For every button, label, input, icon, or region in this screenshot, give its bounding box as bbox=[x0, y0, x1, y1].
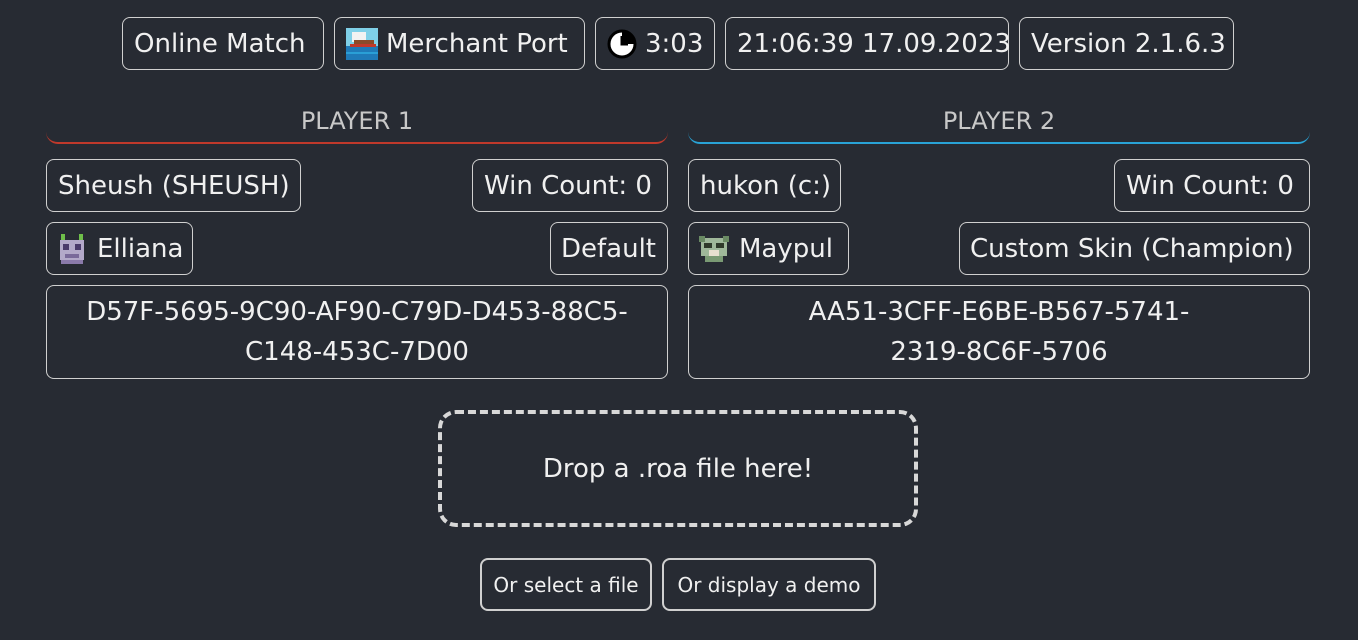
player-2-name-label: hukon (c:) bbox=[700, 170, 832, 201]
player-1-heading: PLAYER 1 bbox=[46, 104, 668, 144]
player-2-name: hukon (c:) bbox=[688, 159, 841, 212]
player-2-skin: Custom Skin (Champion) bbox=[959, 222, 1310, 275]
player-2-character: Maypul bbox=[688, 222, 849, 275]
player-2-character-name: Maypul bbox=[739, 233, 833, 264]
player-1-character: Elliana bbox=[46, 222, 193, 275]
datetime-badge: 21:06:39 17.09.2023 bbox=[725, 17, 1011, 70]
elliana-character-icon bbox=[55, 232, 89, 266]
player-1-win-count: Win Count: 0 bbox=[472, 159, 668, 212]
merchant-port-stage-icon bbox=[346, 27, 378, 60]
stage-badge: Merchant Port bbox=[334, 17, 585, 70]
player-2-win-count: Win Count: 0 bbox=[1114, 159, 1310, 212]
player-1-name: Sheush (SHEUSH) bbox=[46, 159, 301, 212]
dropzone-label: Drop a .roa file here! bbox=[542, 453, 814, 484]
player-2-win-count-label: Win Count: 0 bbox=[1126, 170, 1294, 201]
player-2-code-value: AA51-3CFF-E6BE-B567-5741-2319-8C6F-5706 bbox=[808, 297, 1190, 367]
stage-name: Merchant Port bbox=[386, 28, 568, 59]
player-1-code-value: D57F-5695-9C90-AF90-C79D-D453-88C5-C148-… bbox=[86, 297, 628, 367]
match-type-label: Online Match bbox=[134, 28, 306, 59]
player-2-code: AA51-3CFF-E6BE-B567-5741-2319-8C6F-5706 bbox=[688, 285, 1310, 379]
version-badge: Version 2.1.6.3 bbox=[1019, 17, 1234, 70]
timer-badge: 3:03 bbox=[595, 17, 715, 70]
player-2-skin-label: Custom Skin (Champion) bbox=[970, 233, 1294, 264]
player-1-code: D57F-5695-9C90-AF90-C79D-D453-88C5-C148-… bbox=[46, 285, 668, 379]
player-1-win-count-label: Win Count: 0 bbox=[484, 170, 652, 201]
select-file-button[interactable]: Or select a file bbox=[480, 558, 652, 611]
replay-dropzone[interactable]: Drop a .roa file here! bbox=[438, 410, 918, 527]
player-1-skin-label: Default bbox=[561, 233, 656, 264]
display-demo-button[interactable]: Or display a demo bbox=[662, 558, 876, 611]
datetime-value: 21:06:39 17.09.2023 bbox=[737, 28, 1011, 59]
player-2-heading: PLAYER 2 bbox=[688, 104, 1310, 144]
maypul-character-icon bbox=[697, 232, 731, 266]
player-1-character-name: Elliana bbox=[97, 233, 184, 264]
version-value: Version 2.1.6.3 bbox=[1031, 28, 1226, 59]
clock-icon bbox=[607, 29, 637, 59]
player-1-skin: Default bbox=[550, 222, 668, 275]
player-1-name-label: Sheush (SHEUSH) bbox=[58, 170, 290, 201]
timer-value: 3:03 bbox=[645, 28, 704, 59]
match-type-badge: Online Match bbox=[122, 17, 324, 70]
